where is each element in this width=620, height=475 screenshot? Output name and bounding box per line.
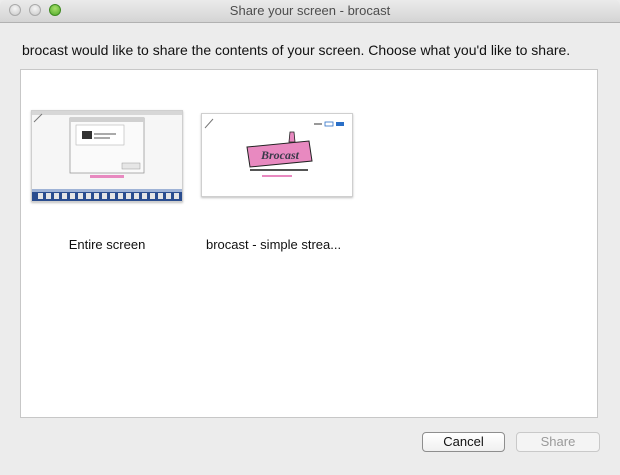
cancel-button[interactable]: Cancel xyxy=(422,432,505,452)
desktop-thumbnail-icon xyxy=(31,110,183,202)
tab-thumbnail-icon: Brocast xyxy=(201,113,353,197)
brocast-logo-text: Brocast xyxy=(260,148,300,162)
desktop-preview-image xyxy=(32,111,182,201)
source-label-brocast-tab: brocast - simple strea... xyxy=(206,237,342,252)
source-brocast-tab[interactable]: Brocast brocast - simple strea... xyxy=(201,113,353,273)
share-button[interactable]: Share xyxy=(516,432,600,452)
share-prompt-text: brocast would like to share the contents… xyxy=(22,42,571,58)
source-entire-screen[interactable]: Entire screen xyxy=(31,110,183,270)
tab-preview-image: Brocast xyxy=(202,114,352,196)
title-bar: Share your screen - brocast xyxy=(0,0,620,23)
window-title: Share your screen - brocast xyxy=(229,3,391,18)
source-picker-panel: Entire screen Brocast brocast - simple s… xyxy=(20,69,598,418)
share-screen-dialog: Share your screen - brocast brocast woul… xyxy=(0,0,620,475)
dialog-button-bar: Cancel Share xyxy=(0,432,620,454)
source-label-entire-screen: Entire screen xyxy=(68,237,146,252)
